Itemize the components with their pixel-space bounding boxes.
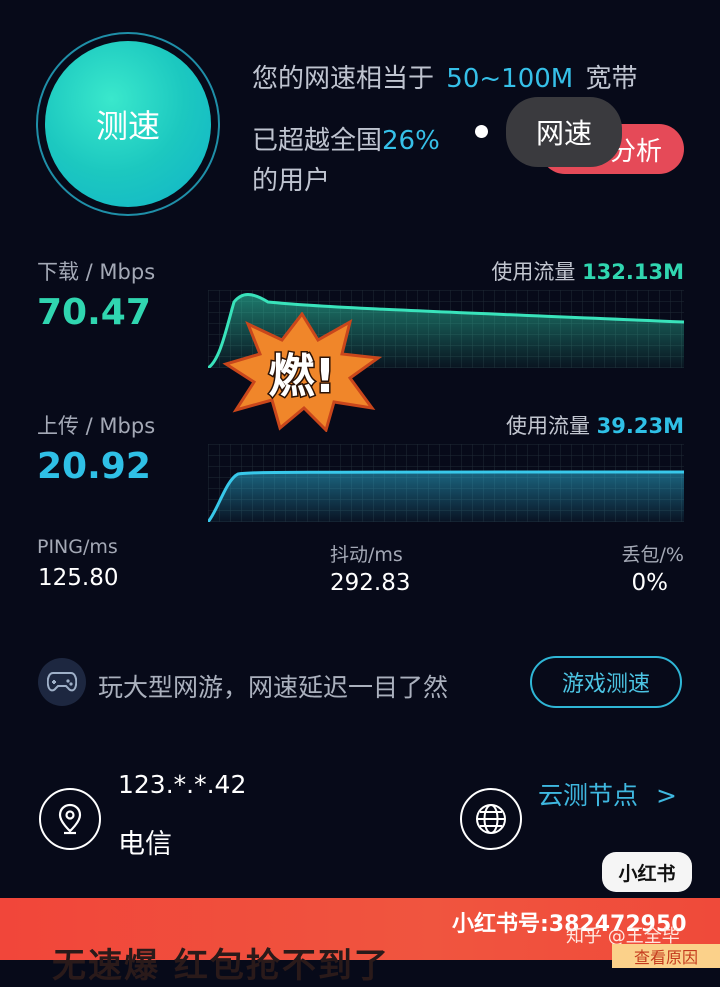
isp-name: 电信	[118, 829, 172, 860]
speed-test-button[interactable]: 测速	[45, 41, 211, 207]
ip-address: 123.*.*.42	[118, 770, 247, 799]
chevron-right-icon: >	[655, 781, 677, 810]
xiaohongshu-badge-label: 小红书	[618, 862, 676, 885]
broadband-range: 50~100M	[446, 64, 574, 94]
ping-label: PING/ms	[37, 536, 118, 558]
speed-test-label: 测速	[95, 107, 160, 145]
speed-test-ring: 测速	[36, 32, 220, 216]
cloud-nodes-link[interactable]: 云测节点 >	[538, 776, 677, 812]
xiaohongshu-badge: 小红书	[602, 852, 692, 892]
view-reason-tag[interactable]: 查看原因	[612, 944, 720, 968]
jitter-value: 292.83	[330, 570, 411, 596]
broadband-summary: 您的网速相当于 50~100M 宽带	[252, 58, 638, 95]
location-pin-icon	[39, 788, 101, 850]
globe-icon	[460, 788, 522, 850]
rank-percent: 26%	[382, 126, 440, 156]
game-speed-test-button[interactable]: 游戏测速	[530, 656, 682, 708]
speed-tooltip: 网速	[506, 97, 622, 167]
rank-summary: 已超越全国26%	[252, 120, 440, 157]
tooltip-dot	[475, 125, 488, 138]
ping-value: 125.80	[38, 565, 119, 591]
view-reason-label: 查看原因	[633, 948, 698, 967]
upload-speed-graph	[208, 444, 684, 522]
cloud-nodes-label: 云测节点	[538, 781, 639, 810]
upload-value: 20.92	[37, 446, 151, 487]
download-label: 下载 / Mbps	[37, 260, 156, 284]
upload-usage-value: 39.23M	[596, 414, 684, 438]
game-promo-text: 玩大型网游，网速延迟一目了然	[98, 673, 449, 702]
upload-label: 上传 / Mbps	[37, 414, 156, 438]
packet-loss-label: 丢包/%	[621, 544, 684, 566]
fire-sticker: 燃!	[222, 312, 382, 432]
summary-prefix: 您的网速相当于	[252, 64, 435, 94]
packet-loss-value: 0%	[631, 570, 669, 596]
download-usage: 使用流量 132.13M	[491, 256, 684, 286]
download-value: 70.47	[37, 292, 151, 333]
jitter-label: 抖动/ms	[330, 544, 403, 566]
download-usage-value: 132.13M	[582, 260, 684, 284]
sticker-text: 燃!	[269, 349, 336, 403]
upload-usage-label: 使用流量	[505, 414, 590, 438]
game-speed-test-label: 游戏测速	[561, 672, 650, 697]
rank-prefix: 已超越全国	[252, 126, 383, 156]
summary-suffix: 宽带	[585, 64, 638, 94]
download-usage-label: 使用流量	[491, 260, 576, 284]
gamepad-icon	[38, 658, 86, 706]
upload-graph-area	[208, 472, 684, 522]
tooltip-label: 网速	[535, 117, 592, 150]
promo-banner-headline: 无速爆 红包抢不到了	[52, 946, 390, 986]
upload-usage: 使用流量 39.23M	[506, 410, 684, 440]
rank-users: 的用户	[252, 166, 331, 196]
